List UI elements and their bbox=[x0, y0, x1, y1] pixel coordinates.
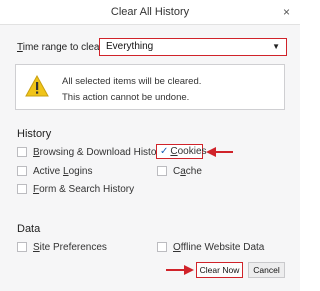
close-icon[interactable]: × bbox=[283, 0, 290, 24]
checkbox-box[interactable] bbox=[17, 147, 27, 157]
checkbox-browsing-history[interactable]: Browsing & Download History bbox=[17, 146, 165, 158]
checkbox-label: Form & Search History bbox=[33, 184, 134, 195]
time-range-value: Everything bbox=[106, 41, 154, 52]
chevron-down-icon: ▼ bbox=[272, 42, 280, 51]
checkbox-site-preferences[interactable]: Site Preferences bbox=[17, 241, 107, 253]
warning-icon bbox=[25, 75, 49, 97]
checkbox-label: Cookies bbox=[170, 146, 206, 157]
checkbox-box[interactable] bbox=[157, 242, 167, 252]
data-section-title: Data bbox=[17, 223, 41, 235]
label-accel: O bbox=[173, 241, 181, 253]
label-post: orm & Search History bbox=[39, 183, 135, 195]
label-post: rowsing & Download History bbox=[39, 146, 165, 158]
title-bar: Clear All History × bbox=[0, 0, 300, 25]
label-post: ookies bbox=[177, 146, 207, 157]
annotation-arrow-clear-now bbox=[166, 265, 194, 275]
label-pre: Active bbox=[33, 165, 64, 177]
checkbox-box[interactable] bbox=[17, 184, 27, 194]
warning-line-2: This action cannot be undone. bbox=[62, 92, 190, 103]
checkbox-label: Site Preferences bbox=[33, 242, 107, 253]
label-accel: S bbox=[33, 241, 40, 253]
checkbox-offline-website-data[interactable]: Offline Website Data bbox=[157, 241, 264, 253]
history-section-title: History bbox=[17, 128, 52, 140]
checkbox-active-logins[interactable]: Active Logins bbox=[17, 165, 92, 177]
clear-now-button[interactable]: Clear Now bbox=[196, 262, 243, 278]
checkbox-box[interactable] bbox=[17, 166, 27, 176]
label-post: ffline Website Data bbox=[180, 241, 265, 253]
warning-box: All selected items will be cleared. This… bbox=[15, 64, 285, 110]
time-range-select[interactable]: Everything ▼ bbox=[99, 38, 287, 56]
checkbox-box[interactable] bbox=[17, 242, 27, 252]
cancel-button[interactable]: Cancel bbox=[248, 262, 285, 278]
checkbox-label: Offline Website Data bbox=[173, 242, 264, 253]
label-accel: C bbox=[170, 146, 178, 157]
annotation-arrow-cookies bbox=[206, 147, 233, 157]
label-accel: B bbox=[33, 146, 40, 158]
checkbox-form-search-history[interactable]: Form & Search History bbox=[17, 183, 134, 195]
checkbox-box[interactable] bbox=[157, 166, 167, 176]
checkbox-cache[interactable]: Cache bbox=[157, 165, 202, 177]
label-post: che bbox=[185, 165, 202, 177]
time-range-label: Time range to clear: bbox=[17, 42, 106, 53]
checkbox-cookies[interactable]: ✓ Cookies bbox=[156, 144, 207, 159]
clear-history-dialog: Clear All History × Time range to clear:… bbox=[0, 0, 300, 291]
checkbox-label: Cache bbox=[173, 166, 202, 177]
label-post: ogins bbox=[68, 165, 93, 177]
dialog-title: Clear All History bbox=[110, 6, 190, 18]
checkbox-label: Active Logins bbox=[33, 166, 92, 177]
label-post: ite Preferences bbox=[39, 241, 107, 253]
checkbox-label: Browsing & Download History bbox=[33, 147, 165, 158]
time-range-label-rest: ime range to clear: bbox=[22, 42, 106, 53]
warning-line-1: All selected items will be cleared. bbox=[62, 76, 202, 87]
checkmark-icon: ✓ bbox=[160, 146, 169, 157]
